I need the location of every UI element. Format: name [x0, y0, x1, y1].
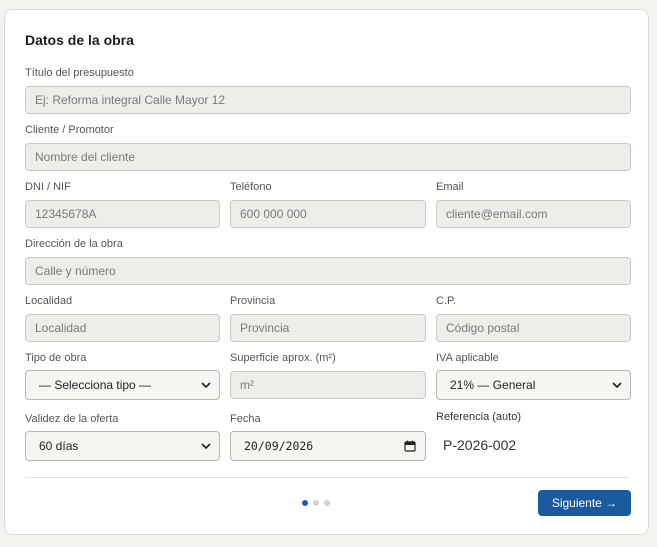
email-label: Email [436, 181, 464, 193]
form-title: Datos de la obra [25, 32, 134, 48]
dni-label: DNI / NIF [25, 181, 71, 193]
work-type-value: — Selecciona tipo — [39, 378, 152, 392]
surface-input[interactable]: m² [230, 371, 426, 399]
calendar-icon[interactable] [404, 440, 416, 452]
date-label: Fecha [230, 413, 261, 425]
chevron-down-icon [201, 382, 211, 389]
chevron-down-icon [201, 443, 211, 450]
budget-title-label: Título del presupuesto [25, 67, 134, 79]
validity-value: 60 días [39, 439, 79, 453]
city-input[interactable]: Localidad [25, 314, 220, 342]
next-button[interactable]: Siguiente → [538, 490, 631, 516]
phone-label: Teléfono [230, 181, 272, 193]
postal-code-label: C.P. [436, 295, 456, 307]
step-dot-1 [302, 500, 308, 506]
reference-label: Referencia (auto) [436, 411, 521, 423]
chevron-down-icon [612, 382, 622, 389]
vat-value: 21% — General [450, 378, 536, 392]
reference-value: P-2026-002 [443, 437, 517, 453]
dni-input[interactable]: 12345678A [25, 200, 220, 228]
city-label: Localidad [25, 295, 73, 307]
province-label: Provincia [230, 295, 276, 307]
work-type-label: Tipo de obra [25, 352, 87, 364]
work-data-card: Datos de la obra Título del presupuesto … [4, 9, 649, 535]
client-label: Cliente / Promotor [25, 124, 114, 136]
client-input[interactable]: Nombre del cliente [25, 143, 631, 171]
province-input[interactable]: Provincia [230, 314, 426, 342]
postal-code-input[interactable]: Código postal [436, 314, 631, 342]
footer-divider [25, 477, 628, 478]
date-input[interactable]: 20/09/2026 [230, 431, 426, 461]
surface-label: Superficie aprox. (m²) [230, 352, 336, 364]
work-type-select[interactable]: — Selecciona tipo — [25, 370, 220, 400]
phone-input[interactable]: 600 000 000 [230, 200, 426, 228]
step-dot-3 [324, 500, 330, 506]
validity-label: Validez de la oferta [25, 413, 119, 425]
step-dot-2 [313, 500, 319, 506]
vat-select[interactable]: 21% — General [436, 370, 631, 400]
address-input[interactable]: Calle y número [25, 257, 631, 285]
budget-title-input[interactable]: Ej: Reforma integral Calle Mayor 12 [25, 86, 631, 114]
vat-label: IVA aplicable [436, 352, 499, 364]
validity-select[interactable]: 60 días [25, 431, 220, 461]
email-input[interactable]: cliente@email.com [436, 200, 631, 228]
address-label: Dirección de la obra [25, 238, 123, 250]
date-value: 20/09/2026 [244, 439, 314, 453]
